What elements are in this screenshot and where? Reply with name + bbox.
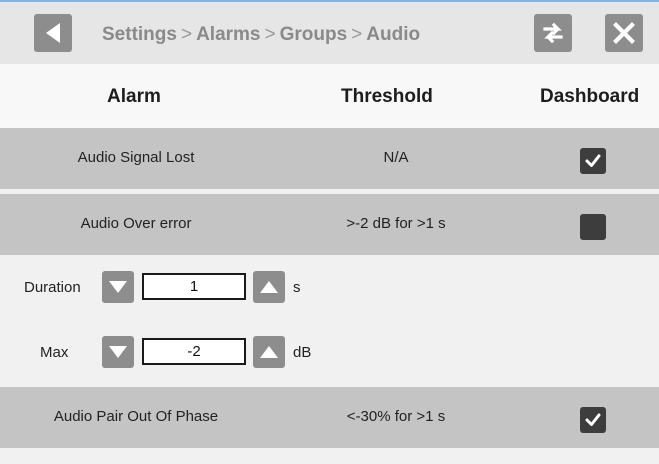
breadcrumb-item-settings[interactable]: Settings — [102, 24, 177, 45]
max-unit: dB — [293, 344, 312, 361]
breadcrumb-separator: > — [264, 24, 276, 45]
alarm-row-audio-signal-lost[interactable]: Audio Signal Lost N/A — [0, 128, 659, 189]
max-decrement-button[interactable] — [102, 336, 134, 368]
alarm-name: Audio Over error — [80, 215, 192, 232]
duration-unit: s — [293, 279, 301, 296]
table-header: Alarm Threshold Dashboard — [0, 64, 659, 128]
alarm-row-audio-pair-out-of-phase[interactable]: Audio Pair Out Of Phase <-30% for >1 s — [0, 387, 659, 448]
dashboard-checkbox[interactable] — [580, 407, 606, 433]
close-icon — [613, 22, 635, 44]
duration-increment-button[interactable] — [253, 271, 285, 303]
dashboard-checkbox[interactable] — [580, 214, 606, 240]
alarm-threshold: N/A — [383, 149, 409, 166]
duration-input[interactable]: 1 — [142, 273, 246, 300]
breadcrumb-separator: > — [351, 24, 363, 45]
duration-decrement-button[interactable] — [102, 271, 134, 303]
breadcrumb-separator: > — [180, 24, 193, 45]
alarm-name: Audio Pair Out Of Phase — [53, 408, 219, 425]
duration-label: Duration — [24, 279, 81, 296]
arrow-down-icon — [109, 346, 127, 358]
alarm-threshold: >-2 dB for >1 s — [346, 215, 446, 232]
back-arrow-icon — [46, 23, 60, 43]
max-increment-button[interactable] — [253, 336, 285, 368]
max-label: Max — [40, 344, 69, 361]
swap-icon — [543, 22, 563, 44]
swap-button[interactable] — [534, 14, 572, 52]
list-bottom — [0, 448, 659, 464]
breadcrumb-item-groups[interactable]: Groups — [280, 24, 348, 45]
breadcrumb-item-audio: Audio — [366, 24, 421, 45]
breadcrumb-item-alarms[interactable]: Alarms — [196, 24, 260, 45]
threshold-editor: Duration 1 s Max -2 dB — [0, 256, 659, 386]
arrow-up-icon — [260, 281, 278, 293]
arrow-up-icon — [260, 346, 278, 358]
max-input[interactable]: -2 — [142, 338, 246, 365]
alarm-name: Audio Signal Lost — [77, 149, 195, 166]
column-header-dashboard: Dashboard — [540, 86, 640, 107]
dashboard-checkbox[interactable] — [580, 148, 606, 174]
checkmark-icon — [585, 154, 601, 167]
checkmark-icon — [585, 413, 601, 426]
column-header-threshold: Threshold — [341, 86, 433, 107]
alarm-row-audio-over-error[interactable]: Audio Over error >-2 dB for >1 s — [0, 194, 659, 255]
back-button[interactable] — [34, 14, 72, 52]
alarm-threshold: <-30% for >1 s — [346, 408, 446, 425]
column-header-alarm: Alarm — [107, 86, 161, 107]
toolbar: Settings > Alarms > Groups > Audio — [0, 0, 659, 64]
arrow-down-icon — [109, 281, 127, 293]
close-button[interactable] — [605, 14, 643, 52]
breadcrumb: Settings > Alarms > Groups > Audio — [102, 24, 420, 46]
